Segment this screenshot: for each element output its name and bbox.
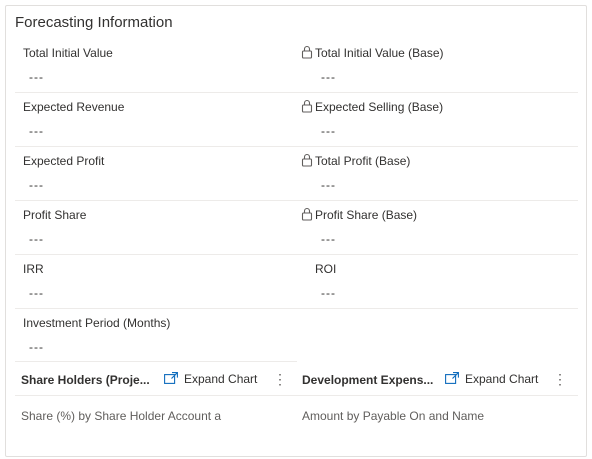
field-label: Total Profit (Base) — [315, 154, 411, 168]
share-holders-chart-header: Share Holders (Proje... Expand Chart ⋮ — [15, 362, 296, 396]
expand-chart-button[interactable]: Expand Chart — [164, 370, 257, 388]
expand-chart-label: Expand Chart — [465, 372, 539, 386]
forecasting-card: Forecasting Information Total Initial Va… — [5, 5, 587, 457]
expand-chart-icon — [164, 371, 178, 387]
field-value[interactable]: --- — [29, 232, 44, 246]
chart-title: Share Holders (Proje... — [21, 373, 150, 387]
field-expected-selling-base: Expected Selling (Base) --- — [298, 92, 580, 146]
lock-icon — [301, 153, 313, 167]
development-expenses-chart-header: Development Expens... Expand Chart ⋮ — [296, 362, 578, 396]
field-label: Total Initial Value (Base) — [315, 46, 444, 60]
field-value: --- — [321, 124, 336, 138]
field-total-profit-base: Total Profit (Base) --- — [298, 146, 580, 200]
field-label: IRR — [23, 262, 44, 276]
field-label: Profit Share — [23, 208, 87, 222]
field-value[interactable]: --- — [29, 124, 44, 138]
field-total-initial-value-base: Total Initial Value (Base) --- — [298, 38, 580, 92]
field-value: --- — [321, 70, 336, 84]
field-value[interactable]: --- — [29, 70, 44, 84]
field-value[interactable]: --- — [29, 340, 44, 354]
lock-icon — [301, 45, 313, 59]
chart-header-divider — [15, 395, 578, 396]
expand-chart-icon — [445, 371, 459, 387]
expand-chart-button[interactable]: Expand Chart — [445, 370, 538, 388]
more-options-icon[interactable]: ⋮ — [273, 370, 287, 388]
field-value: --- — [321, 178, 336, 192]
field-label: Total Initial Value — [23, 46, 113, 60]
field-profit-share-base: Profit Share (Base) --- — [298, 200, 580, 254]
field-label: Profit Share (Base) — [315, 208, 418, 222]
chart-title: Development Expens... — [302, 373, 434, 387]
field-value[interactable]: --- — [29, 286, 44, 300]
field-profit-share: Profit Share --- — [6, 200, 288, 254]
field-irr: IRR --- — [6, 254, 288, 308]
lock-icon — [301, 99, 313, 113]
expand-chart-label: Expand Chart — [184, 372, 258, 386]
field-value: --- — [321, 232, 336, 246]
more-options-icon[interactable]: ⋮ — [553, 370, 567, 388]
field-total-initial-value: Total Initial Value --- — [6, 38, 288, 92]
field-label: Expected Profit — [23, 154, 105, 168]
field-label: Investment Period (Months) — [23, 316, 171, 330]
field-value[interactable]: --- — [29, 178, 44, 192]
field-label: Expected Selling (Base) — [315, 100, 444, 114]
lock-icon — [301, 207, 313, 221]
field-label: Expected Revenue — [23, 100, 125, 114]
field-label: ROI — [315, 262, 337, 276]
field-value[interactable]: --- — [321, 286, 336, 300]
field-investment-period: Investment Period (Months) --- — [6, 308, 288, 362]
field-expected-profit: Expected Profit --- — [6, 146, 288, 200]
share-holders-chart-subtitle: Share (%) by Share Holder Account a — [21, 409, 222, 423]
field-expected-revenue: Expected Revenue --- — [6, 92, 288, 146]
development-expenses-chart-subtitle: Amount by Payable On and Name — [302, 409, 485, 423]
section-title: Forecasting Information — [15, 14, 173, 31]
field-roi: ROI --- — [298, 254, 580, 308]
